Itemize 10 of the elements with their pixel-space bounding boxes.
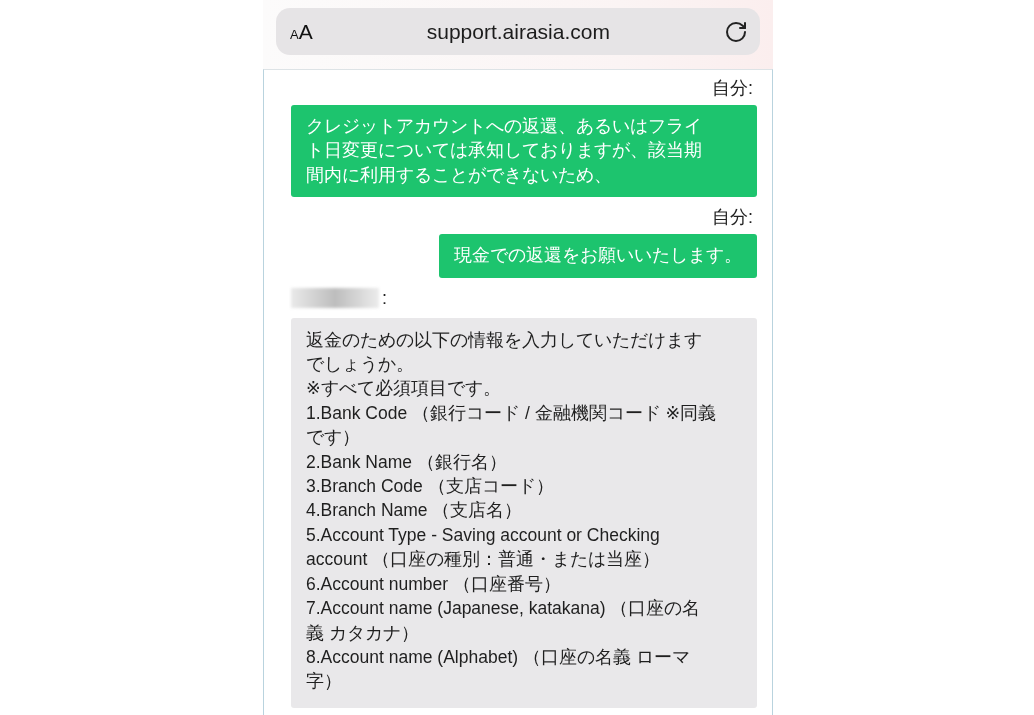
sender-label: 自分: bbox=[712, 77, 753, 100]
message-bubble: 返金のための以下の情報を入力していただけます でしょうか。 ※すべて必須項目です。 1.Bank Code （銀行コード / 金融機関コード ※同義 です） 2.Bank Name （銀行名） 3.Branch Code （支店コード） 4.Branch Name （支店名） 5.Account Type - Saving account or Checking account （口座の種別：普通・または当座） 6.Account number （口座番号） 7.Account name (Japanese, katakana) （口座の名 義 カタカナ） 8.Account name (Alphabet) （口座の名義 ローマ 字） bbox=[291, 317, 757, 708]
sender-label: 自分: bbox=[712, 206, 753, 230]
url-text: support.airasia.com bbox=[425, 19, 611, 44]
sender-label: : bbox=[382, 286, 387, 310]
address-bar[interactable]: AA support.airasia.com bbox=[276, 8, 760, 55]
message-bubble: 現金での返還をお願いいたします。 bbox=[439, 234, 757, 278]
message-bubble: クレジットアカウントへの返還、あるいはフライ ト日変更については承知しておりますが、該当期 間内に利用することができないため、 bbox=[291, 105, 757, 198]
reload-icon[interactable] bbox=[724, 19, 748, 44]
text-size-button[interactable]: AA bbox=[290, 19, 313, 44]
